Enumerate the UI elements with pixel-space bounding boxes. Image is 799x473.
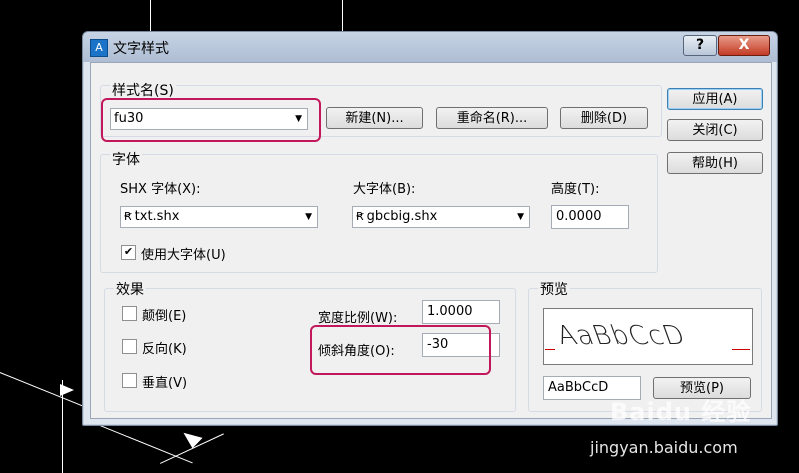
width-factor-label: 宽度比例(W): (318, 311, 398, 326)
shx-font-value: txt.shx (134, 209, 180, 224)
backwards-label: 反向(K) (142, 342, 187, 357)
backwards-checkbox[interactable] (122, 339, 137, 354)
cad-line-diagonal-2 (99, 425, 193, 464)
dialog-title: 文字样式 (113, 41, 169, 57)
dropdown-arrow-icon: ▼ (305, 212, 312, 222)
font-group-label: 字体 (110, 149, 142, 169)
dialog-client-area: 样式名(S) fu30 ▼ 新建(N)... 重命名(R)... 删除(D) 字… (90, 62, 772, 419)
use-bigfont-checkbox[interactable]: ✔ (121, 245, 136, 260)
shx-font-label: SHX 字体(X): (120, 182, 201, 197)
baidu-watermark: Baidu 经验 jingyan.baidu.com (590, 392, 790, 472)
height-label: 高度(T): (551, 182, 600, 197)
shx-font-dropdown[interactable]: Ꞧtxt.shx ▼ (120, 206, 318, 228)
baidu-jingyan-url: jingyan.baidu.com (590, 438, 738, 457)
preview-group-label: 预览 (538, 279, 570, 299)
height-input[interactable]: 0.0000 (551, 205, 629, 229)
close-button[interactable]: 关闭(C) (667, 119, 763, 141)
preview-baseline-left (545, 349, 555, 350)
bigfont-value: gbcbig.shx (366, 209, 438, 224)
close-titlebar-button[interactable]: X (718, 35, 770, 56)
style-name-group-label: 样式名(S) (110, 80, 176, 100)
preview-baseline-right (732, 349, 750, 350)
vertical-label: 垂直(V) (142, 376, 188, 391)
preview-sample-text: AaBbCcD (552, 321, 691, 351)
cad-arrow-icon-2 (60, 384, 74, 396)
vertical-checkbox[interactable] (122, 373, 137, 388)
bigfont-label: 大字体(B): (353, 182, 416, 197)
title-bar[interactable]: A 文字样式 ? X (83, 32, 777, 62)
cad-line-vertical-1 (150, 0, 151, 31)
bigfont-dropdown[interactable]: Ꞧgbcbig.shx ▼ (352, 206, 530, 228)
apply-button[interactable]: 应用(A) (667, 88, 763, 110)
autocad-app-icon: A (90, 39, 108, 57)
help-button[interactable]: 帮助(H) (667, 152, 763, 174)
cad-arrow-icon (183, 425, 205, 449)
text-style-dialog: A 文字样式 ? X 样式名(S) fu30 ▼ 新建(N)... 重命名(R)… (82, 31, 778, 426)
width-factor-input[interactable]: 1.0000 (422, 300, 500, 324)
new-style-button[interactable]: 新建(N)... (326, 107, 423, 129)
effects-group-label: 效果 (114, 279, 146, 299)
rename-style-button[interactable]: 重命名(R)... (436, 107, 548, 129)
style-name-highlight (101, 98, 321, 142)
use-bigfont-label: 使用大字体(U) (141, 248, 226, 263)
checkmark-icon: ✔ (123, 245, 134, 258)
shx-font-icon: Ꞧ (124, 210, 132, 223)
help-titlebar-button[interactable]: ? (683, 35, 717, 56)
preview-canvas: AaBbCcD (543, 308, 753, 365)
cad-line-vertical-2 (342, 0, 343, 31)
shx-font-icon: Ꞧ (356, 210, 364, 223)
dropdown-arrow-icon: ▼ (517, 212, 524, 222)
upside-down-checkbox[interactable] (122, 306, 137, 321)
oblique-angle-highlight (310, 325, 491, 375)
upside-down-label: 颠倒(E) (142, 309, 187, 324)
baidu-jingyan-logo: Baidu 经验 (610, 398, 752, 426)
delete-style-button[interactable]: 删除(D) (560, 107, 648, 129)
